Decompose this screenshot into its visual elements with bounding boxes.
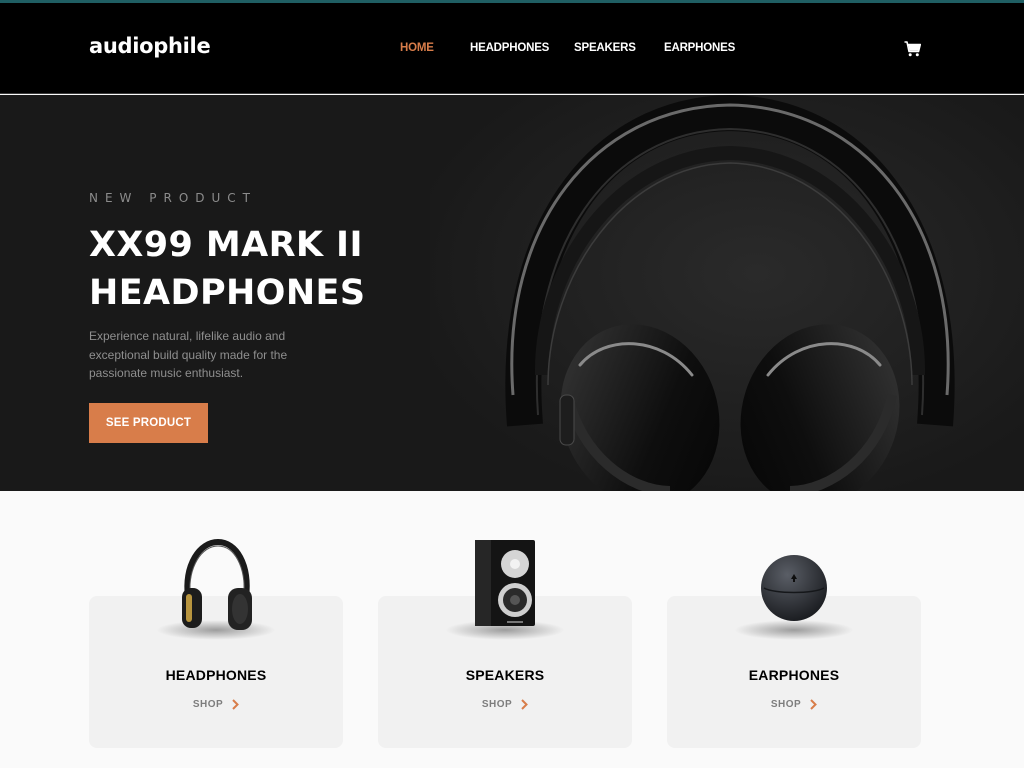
speaker-image	[475, 540, 535, 626]
headphones-image	[182, 538, 252, 630]
hero-title: XX99 MARK II HEADPHONES	[89, 225, 366, 313]
card-title: HEADPHONES	[165, 667, 267, 683]
nav-item-speakers[interactable]: SPEAKERS	[574, 42, 664, 54]
nav-item-home[interactable]: HOME	[400, 42, 470, 54]
nav-item-earphones[interactable]: EARPHONES	[664, 42, 764, 54]
hero-description: Experience natural, lifelike audio and e…	[89, 329, 288, 380]
hero-overline: NEW PRODUCT	[89, 191, 257, 205]
shop-link[interactable]: SHOP	[667, 699, 921, 710]
chevron-right-icon	[810, 699, 818, 710]
cart-icon[interactable]	[904, 41, 921, 57]
category-card-speakers[interactable]: SPEAKERS SHOP	[378, 540, 632, 748]
main-nav: HOME HEADPHONES SPEAKERS EARPHONES	[400, 42, 764, 54]
earphones-case-image	[761, 555, 827, 621]
shop-label: SHOP	[770, 699, 802, 710]
card-title: EARPHONES	[748, 667, 840, 683]
chevron-right-icon	[232, 699, 240, 710]
logo[interactable]: audiophile	[89, 34, 211, 58]
shop-label: SHOP	[192, 699, 224, 710]
category-card-headphones[interactable]: HEADPHONES SHOP	[89, 538, 343, 748]
nav-item-headphones[interactable]: HEADPHONES	[470, 42, 574, 54]
card-title: SPEAKERS	[465, 667, 545, 683]
hero-headphones-image	[430, 95, 1024, 491]
category-section: HEADPHONES SHOP SPEAKERS SHOP EARPHONES …	[0, 491, 1024, 768]
shop-label: SHOP	[481, 699, 513, 710]
shop-link[interactable]: SHOP	[378, 699, 632, 710]
see-product-button[interactable]: SEE PRODUCT	[89, 403, 208, 443]
shop-link[interactable]: SHOP	[89, 699, 343, 710]
category-card-earphones[interactable]: EARPHONES SHOP	[667, 555, 921, 748]
chevron-right-icon	[521, 699, 529, 710]
hero-section: NEW PRODUCT XX99 MARK II HEADPHONES Expe…	[0, 95, 1024, 491]
site-header: audiophile HOME HEADPHONES SPEAKERS EARP…	[0, 3, 1024, 94]
